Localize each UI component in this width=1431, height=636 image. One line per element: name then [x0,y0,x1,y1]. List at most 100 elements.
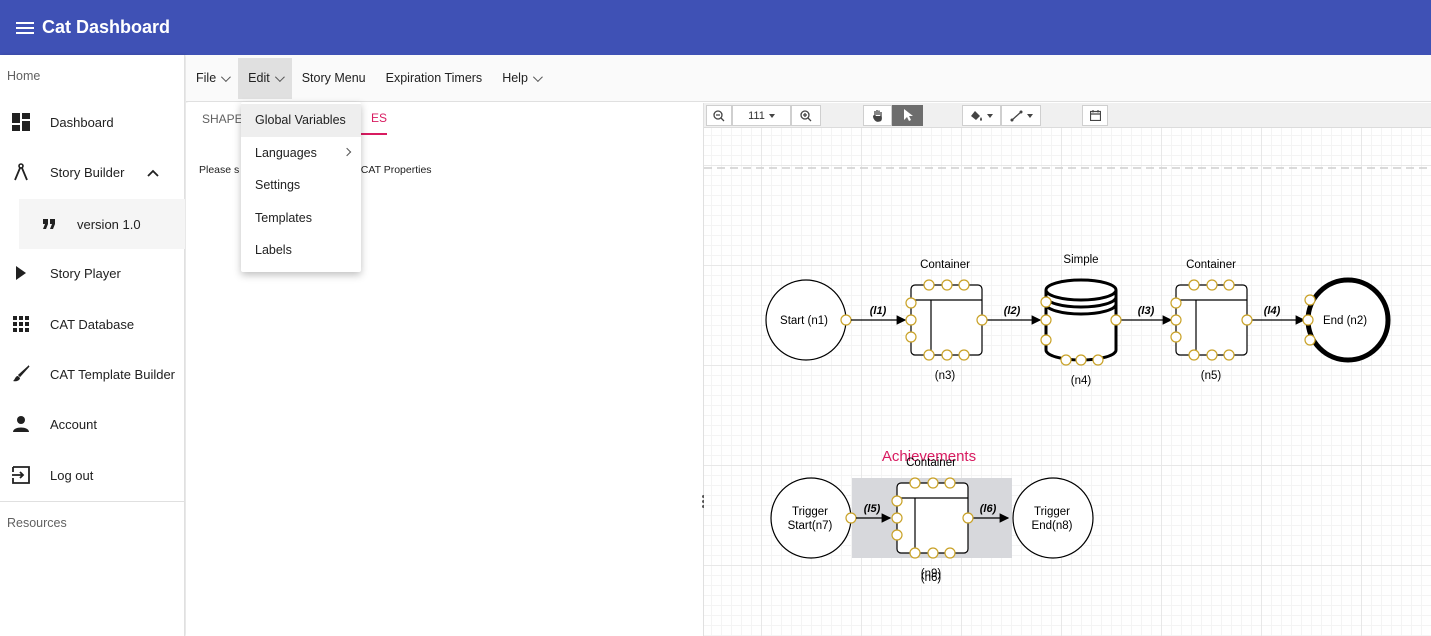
connection-port[interactable] [891,495,903,507]
menu-item-languages-label: Languages [255,145,317,160]
connection-port[interactable] [909,477,921,489]
fill-color-icon[interactable] [962,105,1001,126]
connection-port[interactable] [891,529,903,541]
connection-port[interactable] [1223,279,1235,291]
menu-help[interactable]: Help [492,58,550,99]
edge-l4[interactable]: (l4) [1252,305,1306,325]
pan-hand-icon[interactable] [863,105,892,126]
connection-port[interactable] [1170,314,1182,326]
connection-port[interactable] [962,512,974,524]
node-container-n3[interactable]: Container (n3) [910,259,983,382]
node-simple-n4[interactable]: Simple (n4) [1044,254,1118,387]
edge-l1[interactable]: (l1) [851,305,907,325]
menu-item-global-variables[interactable]: Global Variables [241,104,361,137]
connection-port[interactable] [1110,314,1122,326]
node-trigger-start[interactable]: Trigger Start(n7) [770,477,857,559]
connection-port[interactable] [1206,349,1218,361]
connection-port[interactable] [1092,354,1104,366]
menu-edit[interactable]: Edit [238,57,292,99]
edge-l6-label: (l6) [980,503,997,515]
zoom-level-select[interactable]: 111 [732,105,791,126]
menu-item-languages[interactable]: Languages [241,137,361,170]
connection-port[interactable] [1060,354,1072,366]
hamburger-menu-icon[interactable] [16,21,34,34]
menu-bar: File Edit Story Menu Expiration Timers H… [186,55,1431,102]
node-n8-line1: Trigger [1034,506,1070,518]
connection-port[interactable] [944,547,956,559]
zoom-in-icon[interactable] [791,105,821,126]
connection-port[interactable] [1188,349,1200,361]
node-n7-line2: Start(n7) [788,520,833,532]
sidebar-item-version[interactable]: version 1.0 [19,199,185,249]
node-end[interactable]: End (n2) [1305,277,1391,363]
line-style-icon[interactable] [1001,105,1041,126]
connection-port[interactable] [941,279,953,291]
menu-item-settings[interactable]: Settings [241,169,361,202]
zoom-out-icon[interactable] [706,105,732,126]
connection-port[interactable] [1302,314,1314,326]
connection-port[interactable] [905,331,917,343]
connection-port[interactable] [944,477,956,489]
node-start-label: Start (n1) [780,315,828,327]
connection-port[interactable] [1040,296,1052,308]
connection-port[interactable] [891,512,903,524]
calendar-icon[interactable] [1082,105,1108,126]
edge-l2-label: (l2) [1004,305,1021,317]
connection-port[interactable] [958,279,970,291]
pane-message-right: e CAT Properties [352,164,432,176]
quote-icon [39,214,59,234]
sidebar-item-account[interactable]: Account [0,401,185,447]
node-n7-line1: Trigger [792,506,828,518]
edge-l2[interactable]: (l2) [987,305,1042,325]
sidebar-item-label: Account [50,416,97,432]
menu-expiration-timers[interactable]: Expiration Timers [376,58,493,99]
connection-port[interactable] [845,512,857,524]
sidebar-item-story-player[interactable]: Story Player [0,250,185,296]
connection-port[interactable] [909,547,921,559]
connection-port[interactable] [923,279,935,291]
sidebar-item-story-builder[interactable]: Story Builder [0,149,185,195]
sidebar-item-cat-template-builder[interactable]: CAT Template Builder [0,351,185,397]
sidebar-item-label: Log out [50,467,94,483]
connection-port[interactable] [1206,279,1218,291]
edge-l5-label: (l5) [864,503,881,515]
node-trigger-end[interactable]: Trigger End(n8) [1012,477,1094,559]
connection-port[interactable] [941,349,953,361]
menu-item-labels[interactable]: Labels [241,234,361,267]
connection-port[interactable] [905,314,917,326]
connection-port[interactable] [927,477,939,489]
connection-port[interactable] [976,314,988,326]
chevron-up-icon[interactable] [147,165,160,180]
menu-story-menu[interactable]: Story Menu [292,58,376,99]
node-container-n5[interactable]: Container (n5) [1175,259,1248,382]
chevron-down-icon [221,71,232,82]
connection-port[interactable] [958,349,970,361]
sidebar-item-cat-database[interactable]: CAT Database [0,301,185,347]
connection-port[interactable] [1170,297,1182,309]
connection-port[interactable] [1241,314,1253,326]
edge-l3[interactable]: (l3) [1121,305,1173,325]
connection-port[interactable] [1304,334,1316,346]
connection-port[interactable] [1170,331,1182,343]
diagram-canvas[interactable]: Start (n1) (l1) Container (n3) (l2) Simp… [704,103,1431,636]
connection-port[interactable] [1075,354,1087,366]
menu-file[interactable]: File [186,58,238,99]
connection-port[interactable] [1188,279,1200,291]
connection-port[interactable] [923,349,935,361]
sidebar-item-log-out[interactable]: Log out [0,452,185,498]
connection-port[interactable] [1040,334,1052,346]
connection-port[interactable] [1040,314,1052,326]
connection-port[interactable] [1304,294,1316,306]
connection-port[interactable] [905,297,917,309]
node-start[interactable]: Start (n1) [765,279,852,361]
menu-file-label: File [196,71,217,85]
node-n4-id: (n4) [1071,375,1092,387]
connection-port[interactable] [927,547,939,559]
pointer-icon[interactable] [892,105,923,126]
node-container-n9[interactable]: Container (n9) (n6) [896,457,969,584]
connection-port[interactable] [840,314,852,326]
menu-item-templates[interactable]: Templates [241,202,361,235]
connection-port[interactable] [1223,349,1235,361]
sidebar-divider [0,501,185,502]
sidebar-item-dashboard[interactable]: Dashboard [0,99,185,145]
